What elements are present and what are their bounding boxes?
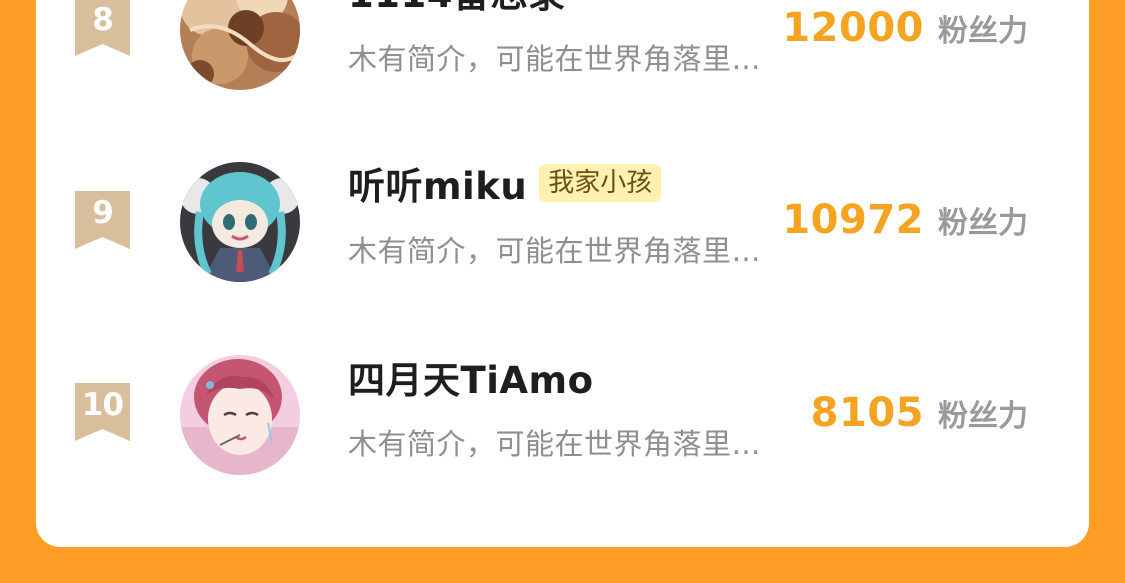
ranking-row[interactable]: 8 1114备忘录 木有简介，可能在世界角落里做着高冷的事情吧 12000 粉丝… xyxy=(36,0,1089,97)
score: 8105 粉丝力 xyxy=(811,390,1028,436)
rank-badge: 10 xyxy=(75,383,130,443)
ranking-row[interactable]: 9 听听miku 我家小孩 木有简介，可能在世界角落里做着高冷的事情吧 xyxy=(36,160,1089,290)
score: 12000 粉丝力 xyxy=(782,5,1028,51)
score-value: 8105 xyxy=(810,390,924,436)
user-avatar-anime-girl-icon xyxy=(180,355,300,475)
score: 10972 粉丝力 xyxy=(782,197,1028,243)
avatar[interactable] xyxy=(180,162,300,282)
avatar[interactable] xyxy=(180,355,300,475)
username[interactable]: 四月天TiAmo xyxy=(348,350,594,404)
name-line: 1114备忘录 xyxy=(348,0,565,16)
rank-number: 9 xyxy=(92,195,114,231)
ranking-card: 8 1114备忘录 木有简介，可能在世界角落里做着高冷的事情吧 12000 粉丝… xyxy=(36,0,1089,547)
score-unit: 粉丝力 xyxy=(938,206,1028,241)
user-bio: 木有简介，可能在世界角落里做着高冷的事情吧 xyxy=(348,42,773,76)
username[interactable]: 听听miku xyxy=(348,156,527,210)
ranking-row[interactable]: 10 四月天TiAmo 木有简介，可能在世界角落里做着高冷的事情吧 8105 xyxy=(36,353,1089,483)
user-avatar-plush-figure-icon xyxy=(180,162,300,282)
score-unit: 粉丝力 xyxy=(938,14,1028,49)
rank-number: 8 xyxy=(92,2,114,38)
name-line: 听听miku 我家小孩 xyxy=(348,156,662,210)
rank-number: 10 xyxy=(81,387,124,423)
score-value: 10972 xyxy=(782,197,924,243)
user-bio: 木有简介，可能在世界角落里做着高冷的事情吧 xyxy=(348,234,773,268)
username[interactable]: 1114备忘录 xyxy=(348,0,565,18)
user-avatar-illustration-icon xyxy=(180,0,300,90)
name-line: 四月天TiAmo xyxy=(348,352,594,402)
avatar[interactable] xyxy=(180,0,300,90)
user-tag: 我家小孩 xyxy=(539,164,662,202)
rank-badge: 9 xyxy=(75,191,130,251)
score-unit: 粉丝力 xyxy=(938,399,1028,434)
score-value: 12000 xyxy=(782,5,924,51)
rank-badge: 8 xyxy=(75,0,130,58)
user-bio: 木有简介，可能在世界角落里做着高冷的事情吧 xyxy=(348,427,773,461)
